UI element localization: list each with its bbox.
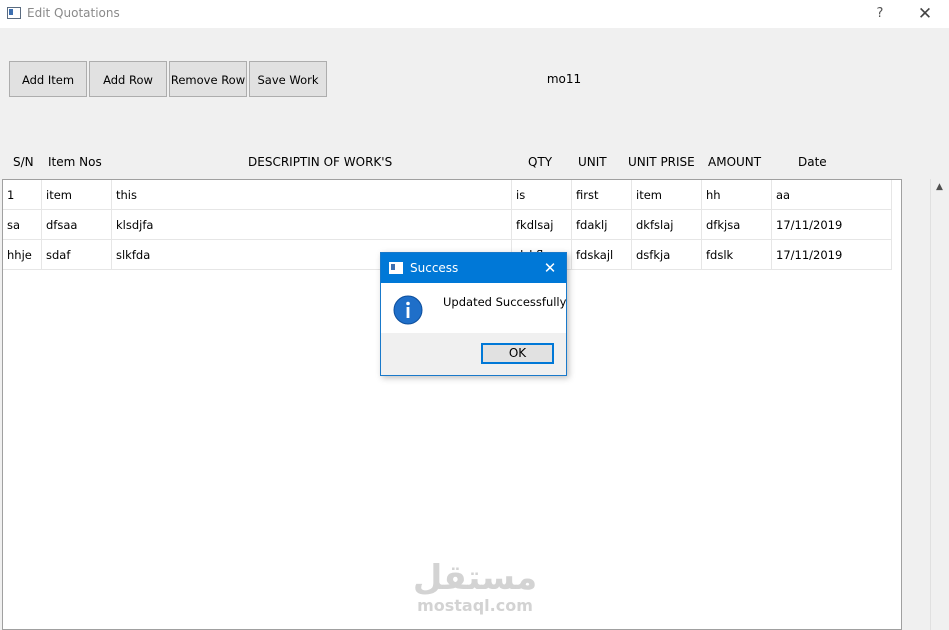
table-row[interactable]: 1 item this is first item hh aa bbox=[3, 180, 892, 210]
add-item-button[interactable]: Add Item bbox=[9, 61, 87, 97]
header-unit-prise: UNIT PRISE bbox=[628, 155, 695, 169]
header-date: Date bbox=[798, 155, 827, 169]
header-item-nos: Item Nos bbox=[48, 155, 102, 169]
cell-qty[interactable]: is bbox=[512, 180, 572, 210]
cell-unit-prise[interactable]: dsfkja bbox=[632, 240, 702, 270]
quotation-name-label: mo11 bbox=[546, 72, 582, 86]
scrollbar-track[interactable] bbox=[930, 179, 949, 630]
dialog-close-button[interactable]: ✕ bbox=[539, 257, 561, 279]
header-description: DESCRIPTIN OF WORK'S bbox=[248, 155, 393, 169]
cell-date[interactable]: 17/11/2019 bbox=[772, 210, 892, 240]
header-amount: AMOUNT bbox=[708, 155, 762, 169]
cell-amount[interactable]: fdslk bbox=[702, 240, 772, 270]
dialog-message: Updated Successfully bbox=[443, 295, 567, 309]
save-work-button[interactable]: Save Work bbox=[249, 61, 327, 97]
info-icon bbox=[393, 295, 423, 325]
cell-unit[interactable]: fdskajl bbox=[572, 240, 632, 270]
cell-unit[interactable]: fdaklj bbox=[572, 210, 632, 240]
cell-amount[interactable]: hh bbox=[702, 180, 772, 210]
cell-item-nos[interactable]: dfsaa bbox=[42, 210, 112, 240]
cell-description[interactable]: klsdjfa bbox=[112, 210, 512, 240]
add-row-button[interactable]: Add Row bbox=[89, 61, 167, 97]
dialog-titlebar: Success ✕ bbox=[381, 253, 566, 283]
help-button[interactable]: ? bbox=[868, 0, 892, 28]
dialog-footer: OK bbox=[381, 333, 566, 375]
cell-date[interactable]: aa bbox=[772, 180, 892, 210]
dialog-title: Success bbox=[410, 261, 459, 275]
vertical-scrollbar[interactable]: ▲ bbox=[902, 179, 949, 630]
cell-sn[interactable]: sa bbox=[3, 210, 42, 240]
ok-button[interactable]: OK bbox=[481, 343, 554, 364]
header-sn: S/N bbox=[13, 155, 34, 169]
mostaql-watermark: مستقل mostaql.com bbox=[400, 558, 550, 614]
cell-date[interactable]: 17/11/2019 bbox=[772, 240, 892, 270]
window-titlebar: Edit Quotations ? ✕ bbox=[0, 0, 949, 28]
cell-unit[interactable]: first bbox=[572, 180, 632, 210]
watermark-arabic-text: مستقل bbox=[412, 558, 538, 598]
edit-quotations-window: Edit Quotations ? ✕ Add Item Add Row Rem… bbox=[0, 0, 949, 630]
header-qty: QTY bbox=[528, 155, 553, 169]
window-title: Edit Quotations bbox=[27, 6, 120, 20]
dialog-app-icon bbox=[389, 262, 403, 274]
cell-unit-prise[interactable]: dkfslaj bbox=[632, 210, 702, 240]
cell-amount[interactable]: dfkjsa bbox=[702, 210, 772, 240]
cell-qty[interactable]: fkdlsaj bbox=[512, 210, 572, 240]
success-dialog: Success ✕ Updated Successfully OK bbox=[380, 252, 567, 376]
cell-sn[interactable]: hhje bbox=[3, 240, 42, 270]
header-unit: UNIT bbox=[578, 155, 607, 169]
watermark-latin-text: mostaql.com bbox=[417, 596, 533, 615]
cell-item-nos[interactable]: item bbox=[42, 180, 112, 210]
cell-sn[interactable]: 1 bbox=[3, 180, 42, 210]
remove-row-button[interactable]: Remove Row bbox=[169, 61, 247, 97]
cell-unit-prise[interactable]: item bbox=[632, 180, 702, 210]
cell-description[interactable]: this bbox=[112, 180, 512, 210]
close-window-button[interactable]: ✕ bbox=[910, 0, 940, 28]
table-row[interactable]: sa dfsaa klsdjfa fkdlsaj fdaklj dkfslaj … bbox=[3, 210, 892, 240]
app-window-icon bbox=[7, 7, 21, 19]
cell-item-nos[interactable]: sdaf bbox=[42, 240, 112, 270]
scroll-up-arrow-icon[interactable]: ▲ bbox=[930, 179, 949, 196]
